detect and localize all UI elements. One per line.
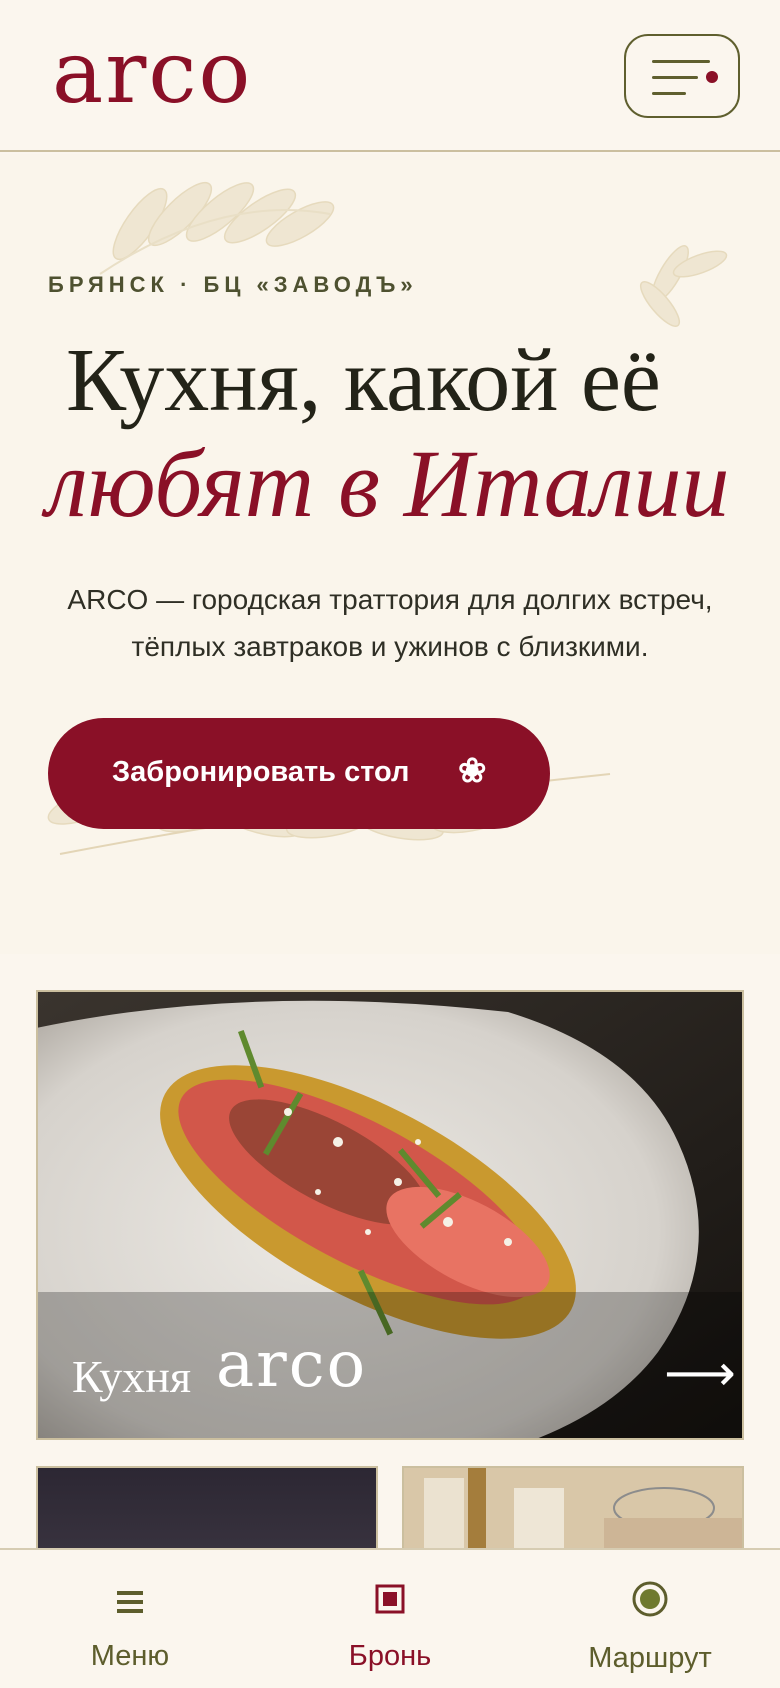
- nav-menu[interactable]: Меню: [0, 1550, 260, 1688]
- nav-route[interactable]: Маршрут: [520, 1550, 780, 1688]
- book-table-label: Забронировать стол: [112, 756, 410, 788]
- card-title: Кухня: [72, 1351, 191, 1402]
- notification-dot: [706, 71, 718, 83]
- hero-description: ARCO — городская траттория для долгих вс…: [67, 584, 713, 662]
- hero-title: Кухня, какой её: [66, 331, 661, 430]
- nav-menu-label: Меню: [90, 1640, 170, 1672]
- hero-section: БРЯНСК · БЦ «ЗАВОДЪ» Кухня, какой её люб…: [0, 154, 780, 954]
- menu-lines-icon: [117, 1591, 143, 1613]
- location-target-icon: [632, 1581, 668, 1617]
- nav-route-label: Маршрут: [588, 1642, 712, 1674]
- booking-square-icon: [375, 1584, 405, 1614]
- bottom-navigation: Меню Бронь Маршрут: [0, 1548, 780, 1688]
- nav-booking[interactable]: Бронь: [260, 1550, 520, 1688]
- hero-title-accent: любят в Италии: [46, 430, 730, 537]
- location-eyebrow: БРЯНСК · БЦ «ЗАВОДЪ»: [48, 272, 418, 297]
- kitchen-card[interactable]: Кухня arco ⟶: [36, 990, 744, 1440]
- card-logo: arco: [216, 1328, 368, 1402]
- flower-icon: ❀: [458, 752, 487, 790]
- menu-button[interactable]: [624, 34, 740, 118]
- menu-icon: [652, 60, 710, 63]
- arrow-right-icon[interactable]: ⟶: [664, 1344, 736, 1402]
- nav-booking-label: Бронь: [348, 1640, 432, 1672]
- site-header: arco: [0, 0, 780, 152]
- book-table-button[interactable]: Забронировать стол ❀: [48, 718, 550, 829]
- logo[interactable]: arco: [52, 30, 252, 116]
